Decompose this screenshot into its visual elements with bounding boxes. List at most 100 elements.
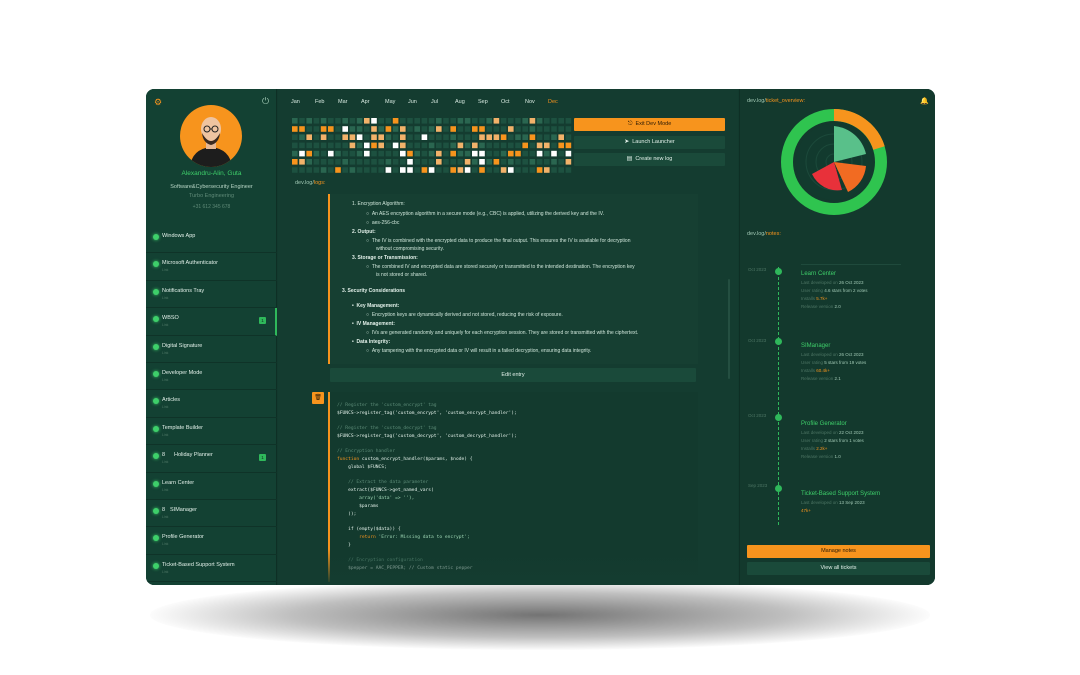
heatmap-cell xyxy=(565,159,572,165)
timeline-date: Oct 2023 xyxy=(748,267,767,272)
sidebar-item-ticket-support[interactable]: Ticket-Based Support System Link xyxy=(146,555,277,583)
status-dot xyxy=(153,316,159,323)
heatmap-cell xyxy=(565,126,572,132)
launch-launcher-button[interactable]: ➤ Launch Launcher xyxy=(574,136,725,149)
heatmap-cell xyxy=(522,126,528,132)
ticket-overview-chart xyxy=(781,108,887,215)
heatmap-cell xyxy=(544,134,550,140)
heatmap-cell xyxy=(371,134,377,140)
heatmap-cell xyxy=(320,159,327,165)
heatmap-cell xyxy=(522,150,528,157)
power-icon[interactable]: ⏻ xyxy=(262,96,269,107)
heatmap-cell xyxy=(457,142,464,149)
heatmap-cell xyxy=(414,150,420,157)
heatmap-cell xyxy=(436,142,442,149)
heatmap-cell xyxy=(328,118,334,124)
manage-notes-button[interactable]: Manage notes xyxy=(747,545,930,558)
heatmap-cell xyxy=(565,142,572,149)
heatmap-cell xyxy=(464,134,471,140)
heatmap-cell xyxy=(313,150,320,157)
create-new-log-button[interactable]: ▤ Create new log xyxy=(574,153,725,166)
sidebar-item-articles[interactable]: Articles Link xyxy=(146,390,277,418)
heatmap-cell xyxy=(479,134,485,140)
heatmap-cell xyxy=(328,142,334,149)
sidebar-item-wbso[interactable]: WBSO Link 1 xyxy=(146,308,277,336)
heatmap-cell xyxy=(385,142,392,149)
heatmap-cell xyxy=(551,142,557,149)
heatmap-cell xyxy=(450,126,456,132)
heatmap-cell xyxy=(457,159,464,165)
sidebar-item-template-builder[interactable]: Template Builder Link xyxy=(146,418,277,446)
heatmap-cell xyxy=(392,150,399,157)
month-label-current: Dec xyxy=(548,99,558,105)
status-dot xyxy=(153,425,159,432)
breadcrumb-logs: dev.log/logs: xyxy=(295,180,326,186)
heatmap-cell xyxy=(320,150,327,157)
timeline-dot xyxy=(775,338,782,345)
sidebar-item-windows-app[interactable]: Windows App xyxy=(146,226,277,254)
heatmap-cell xyxy=(306,142,312,149)
gear-icon[interactable]: ⚙ xyxy=(154,97,162,108)
sidebar-item-label: Holiday Planner xyxy=(174,452,213,459)
note-profile-generator[interactable]: Profile Generator Last developed on 22 O… xyxy=(801,421,926,459)
heatmap-cell xyxy=(292,150,298,157)
bell-icon[interactable]: 🔔 xyxy=(920,97,929,105)
heatmap-cell xyxy=(378,134,384,140)
status-dot xyxy=(153,234,159,240)
sidebar-item-notifications-tray[interactable]: Notifications Tray Link xyxy=(146,281,277,309)
heatmap-cell xyxy=(414,118,420,124)
sidebar-item-sub: Link xyxy=(162,295,169,300)
status-dot xyxy=(153,398,159,405)
heatmap-cell xyxy=(342,118,348,124)
heatmap-cell xyxy=(421,150,428,157)
heatmap-cell xyxy=(407,118,413,124)
heatmap-cell xyxy=(385,126,392,132)
sidebar-item-developer-mode[interactable]: Developer Mode Link xyxy=(146,363,277,391)
heatmap-cell xyxy=(364,142,370,149)
heatmap-cell xyxy=(500,167,507,173)
heatmap-cell xyxy=(371,150,377,157)
sidebar-item-label: Ticket-Based Support System xyxy=(162,561,235,568)
heatmap-cell xyxy=(356,126,363,132)
edit-entry-button[interactable]: Edit entry xyxy=(330,368,696,382)
sidebar-item-simanager[interactable]: 8 SIManager Link xyxy=(146,500,277,528)
heatmap-cell xyxy=(356,142,363,149)
sidebar-item-microsoft-authenticator[interactable]: Microsoft Authenticator Link xyxy=(146,253,277,281)
scrollbar[interactable] xyxy=(728,279,730,379)
exit-dev-mode-button[interactable]: ⎋ Exit Dev Mode xyxy=(574,118,725,131)
heatmap-cell xyxy=(299,159,305,165)
heatmap-cell xyxy=(436,167,442,173)
heatmap-cell xyxy=(529,126,536,132)
heatmap-cell xyxy=(349,159,356,165)
heatmap-cell xyxy=(342,142,348,149)
sidebar-item-digital-signature[interactable]: Digital Signature Link xyxy=(146,336,277,363)
heatmap-cell xyxy=(536,159,543,165)
heatmap-cell xyxy=(464,159,471,165)
heatmap-cell xyxy=(392,142,399,149)
month-row: Jan Feb Mar Apr May Jun Jul Aug Sep Oct … xyxy=(291,99,566,109)
sidebar-item-label: Notifications Tray xyxy=(162,287,205,294)
heatmap-cell xyxy=(544,150,550,157)
heatmap-cell xyxy=(486,159,492,165)
heatmap-cell xyxy=(493,126,500,132)
timeline-date: Oct 2023 xyxy=(748,338,767,343)
heatmap-cell xyxy=(443,126,449,132)
sidebar-item-learn-center[interactable]: Learn Center Link xyxy=(146,473,277,500)
status-dot xyxy=(153,370,159,377)
heatmap-cell xyxy=(500,118,507,124)
sidebar-item-profile-generator[interactable]: Profile Generator Link xyxy=(146,527,277,555)
heatmap-cell xyxy=(400,126,406,132)
heatmap-cell xyxy=(544,142,550,149)
heatmap-cell xyxy=(371,167,377,173)
note-ticket-support[interactable]: Ticket-Based Support System Last develop… xyxy=(801,491,926,513)
log-entry: 1. Encryption Algorithm: ○ An AES encryp… xyxy=(328,194,698,364)
note-learn-center[interactable]: Learn Center Last developed on 26 Oct 20… xyxy=(801,264,926,309)
trash-icon[interactable]: 🗑 xyxy=(312,392,324,404)
heatmap-cell xyxy=(436,126,442,132)
view-all-tickets-button[interactable]: View all tickets xyxy=(747,562,930,575)
sidebar-item-holiday-planner[interactable]: 8 Holiday Planner Link 1 xyxy=(146,445,277,473)
note-simanager[interactable]: SIManager Last developed on 26 Oct 2023 … xyxy=(801,343,926,381)
heatmap-cell xyxy=(508,126,514,132)
heatmap-cell xyxy=(428,134,435,140)
heatmap-cell xyxy=(306,126,312,132)
